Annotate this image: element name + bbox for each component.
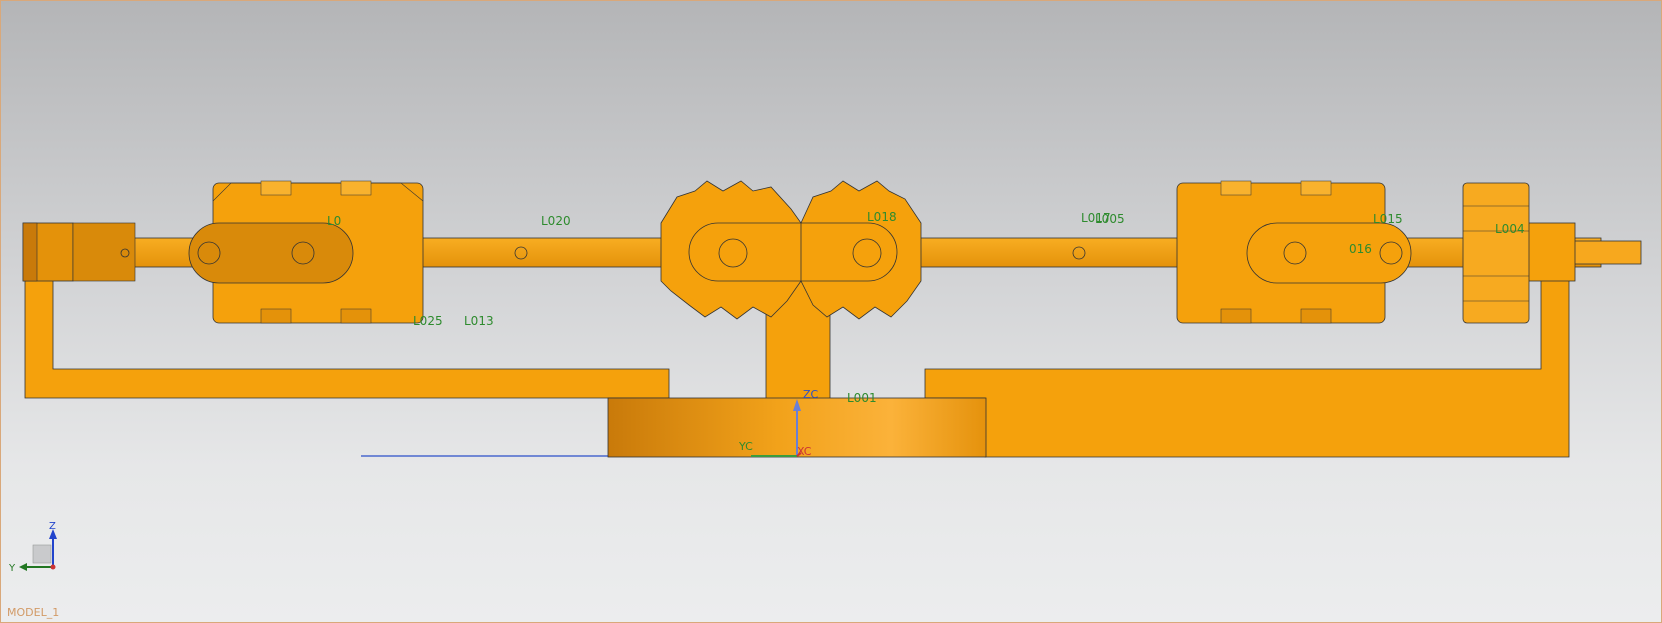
part-label-l025[interactable]: L025 (413, 315, 443, 327)
view-triad-z-label: Z (49, 521, 56, 532)
part-label-l0[interactable]: L0 (327, 215, 341, 227)
part-label-l015[interactable]: L015 (1373, 213, 1403, 225)
view-triad-cube (32, 544, 52, 564)
part-label-l001[interactable]: L001 (847, 392, 877, 404)
part-label-l018[interactable]: L018 (867, 211, 897, 223)
left-gear-tooth (340, 308, 372, 324)
view-triad-y-label: Y (9, 563, 16, 574)
part-label-l005[interactable]: L005 (1095, 213, 1125, 225)
center-link (688, 222, 898, 282)
part-label-l004[interactable]: L004 (1495, 223, 1525, 235)
part-label-016[interactable]: 016 (1349, 243, 1372, 255)
left-gear-tooth (340, 180, 372, 196)
right-gear-tooth (1220, 180, 1252, 196)
wcs-xc-label: XC (797, 445, 812, 458)
assembly-scene[interactable] (1, 1, 1661, 622)
left-gear-tooth (260, 308, 292, 324)
wcs-zc-label: ZC (803, 388, 819, 401)
part-label-l020[interactable]: L020 (541, 215, 571, 227)
left-collar (72, 222, 136, 282)
left-link (188, 222, 354, 284)
right-gear-tooth (1300, 180, 1332, 196)
left-end-face (22, 222, 38, 282)
right-gear-tooth (1300, 308, 1332, 324)
wcs-yc-label: YC (739, 440, 753, 453)
graphics-viewport[interactable]: L020 L018 L017 L005 L025 L013 L001 L004 … (0, 0, 1662, 623)
right-link (1246, 222, 1412, 284)
right-gear-tooth (1220, 308, 1252, 324)
model-name: MODEL_1 (7, 606, 60, 619)
shaft-end-stub (1572, 240, 1642, 265)
right-spur-gear (1462, 182, 1530, 324)
left-gear-tooth (260, 180, 292, 196)
part-label-l013[interactable]: L013 (464, 315, 494, 327)
